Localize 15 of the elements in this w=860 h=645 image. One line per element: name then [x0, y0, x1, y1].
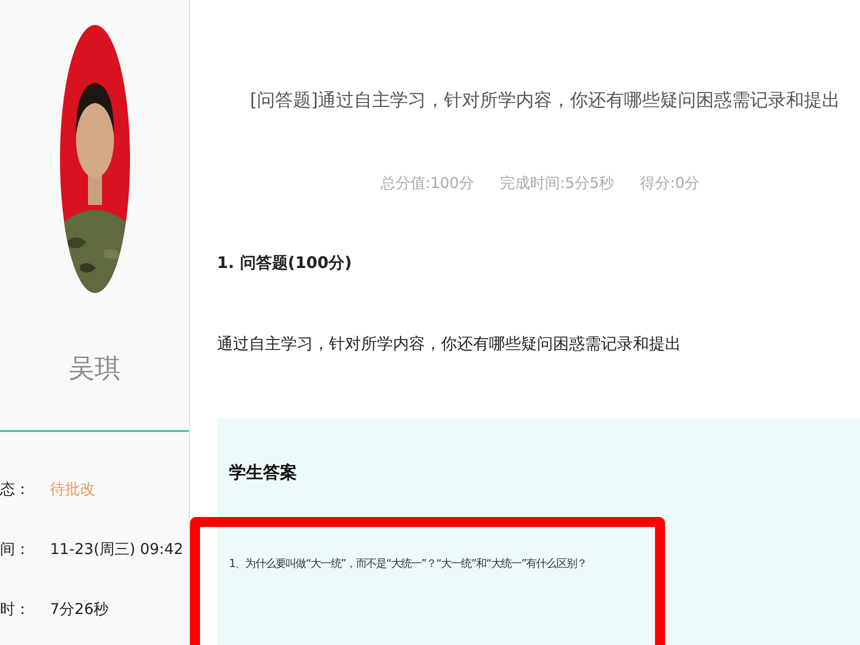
status-value: 待批改: [50, 480, 95, 498]
score-info: 得分:0分: [640, 174, 700, 193]
answer-text: 1、为什么要叫做“大一统”，而不是“大统一”？“大一统”和“大统一”有什么区别？: [229, 556, 588, 571]
info-label: 态：: [0, 480, 31, 498]
question-title: [问答题]通过自主学习，针对所学内容，你还有哪些疑问困惑需记录和提出: [248, 89, 842, 112]
info-label: 时：: [0, 600, 31, 618]
info-value: 7分26秒: [50, 600, 109, 618]
student-name: 吴琪: [68, 353, 120, 386]
score-info: 总分值:100分: [380, 174, 474, 193]
info-label: 间：: [0, 540, 31, 558]
score-info: 完成时间:5分5秒: [500, 174, 614, 193]
question-text: 通过自主学习，针对所学内容，你还有哪些疑问困惑需记录和提出: [217, 334, 682, 355]
question-heading: 1. 问答题(100分): [217, 253, 353, 274]
answer-heading: 学生答案: [229, 462, 298, 484]
info-value: 11-23(周三) 09:42: [50, 540, 184, 558]
